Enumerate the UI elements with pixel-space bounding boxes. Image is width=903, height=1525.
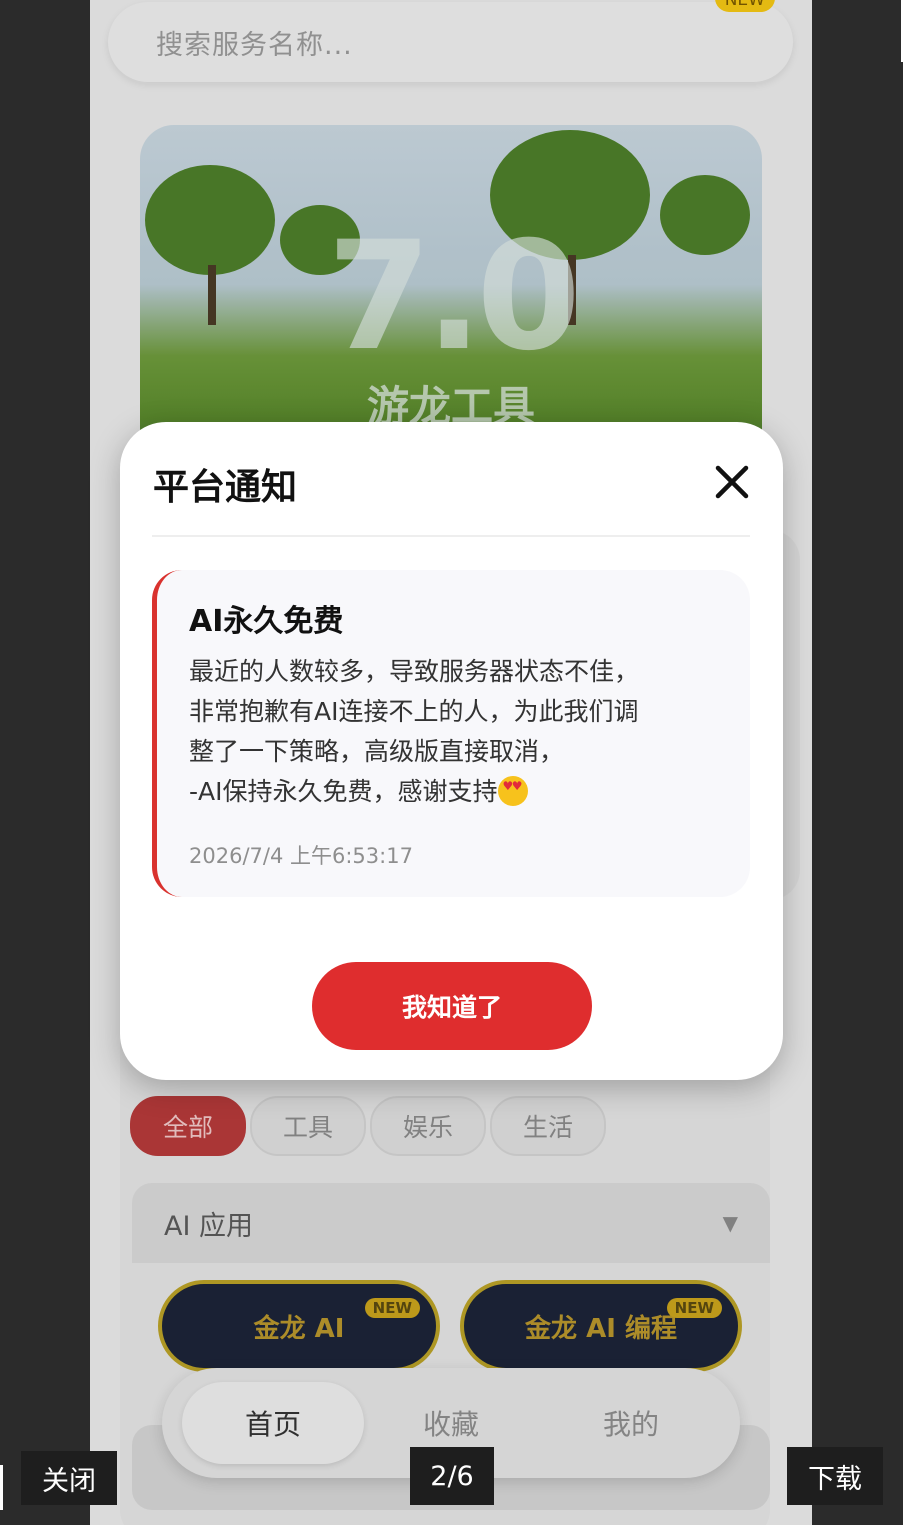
modal-title: 平台通知 — [153, 467, 298, 508]
viewer-download-button[interactable]: 下载 — [787, 1447, 883, 1505]
viewer-close-button[interactable]: 关闭 — [21, 1451, 117, 1505]
acknowledge-button[interactable]: 我知道了 — [312, 962, 592, 1050]
image-counter: 2/6 — [410, 1447, 494, 1505]
notice-modal: 平台通知 AI永久免费 最近的人数较多，导致服务器状态不佳， 非常抱歉有AI连接… — [120, 422, 783, 1080]
notice-timestamp: 2026/7/4 上午6:53:17 — [189, 844, 413, 868]
notice-card: AI永久免费 最近的人数较多，导致服务器状态不佳， 非常抱歉有AI连接不上的人，… — [152, 570, 750, 897]
notice-body-text: 最近的人数较多，导致服务器状态不佳， 非常抱歉有AI连接不上的人，为此我们调 整… — [189, 657, 640, 806]
close-icon[interactable] — [712, 462, 752, 502]
edge-mark — [0, 1465, 3, 1510]
notice-title: AI永久免费 — [189, 604, 344, 639]
divider — [152, 535, 750, 537]
heart-eyes-emoji-icon — [497, 776, 528, 806]
notice-body: 最近的人数较多，导致服务器状态不佳， 非常抱歉有AI连接不上的人，为此我们调 整… — [189, 652, 729, 812]
